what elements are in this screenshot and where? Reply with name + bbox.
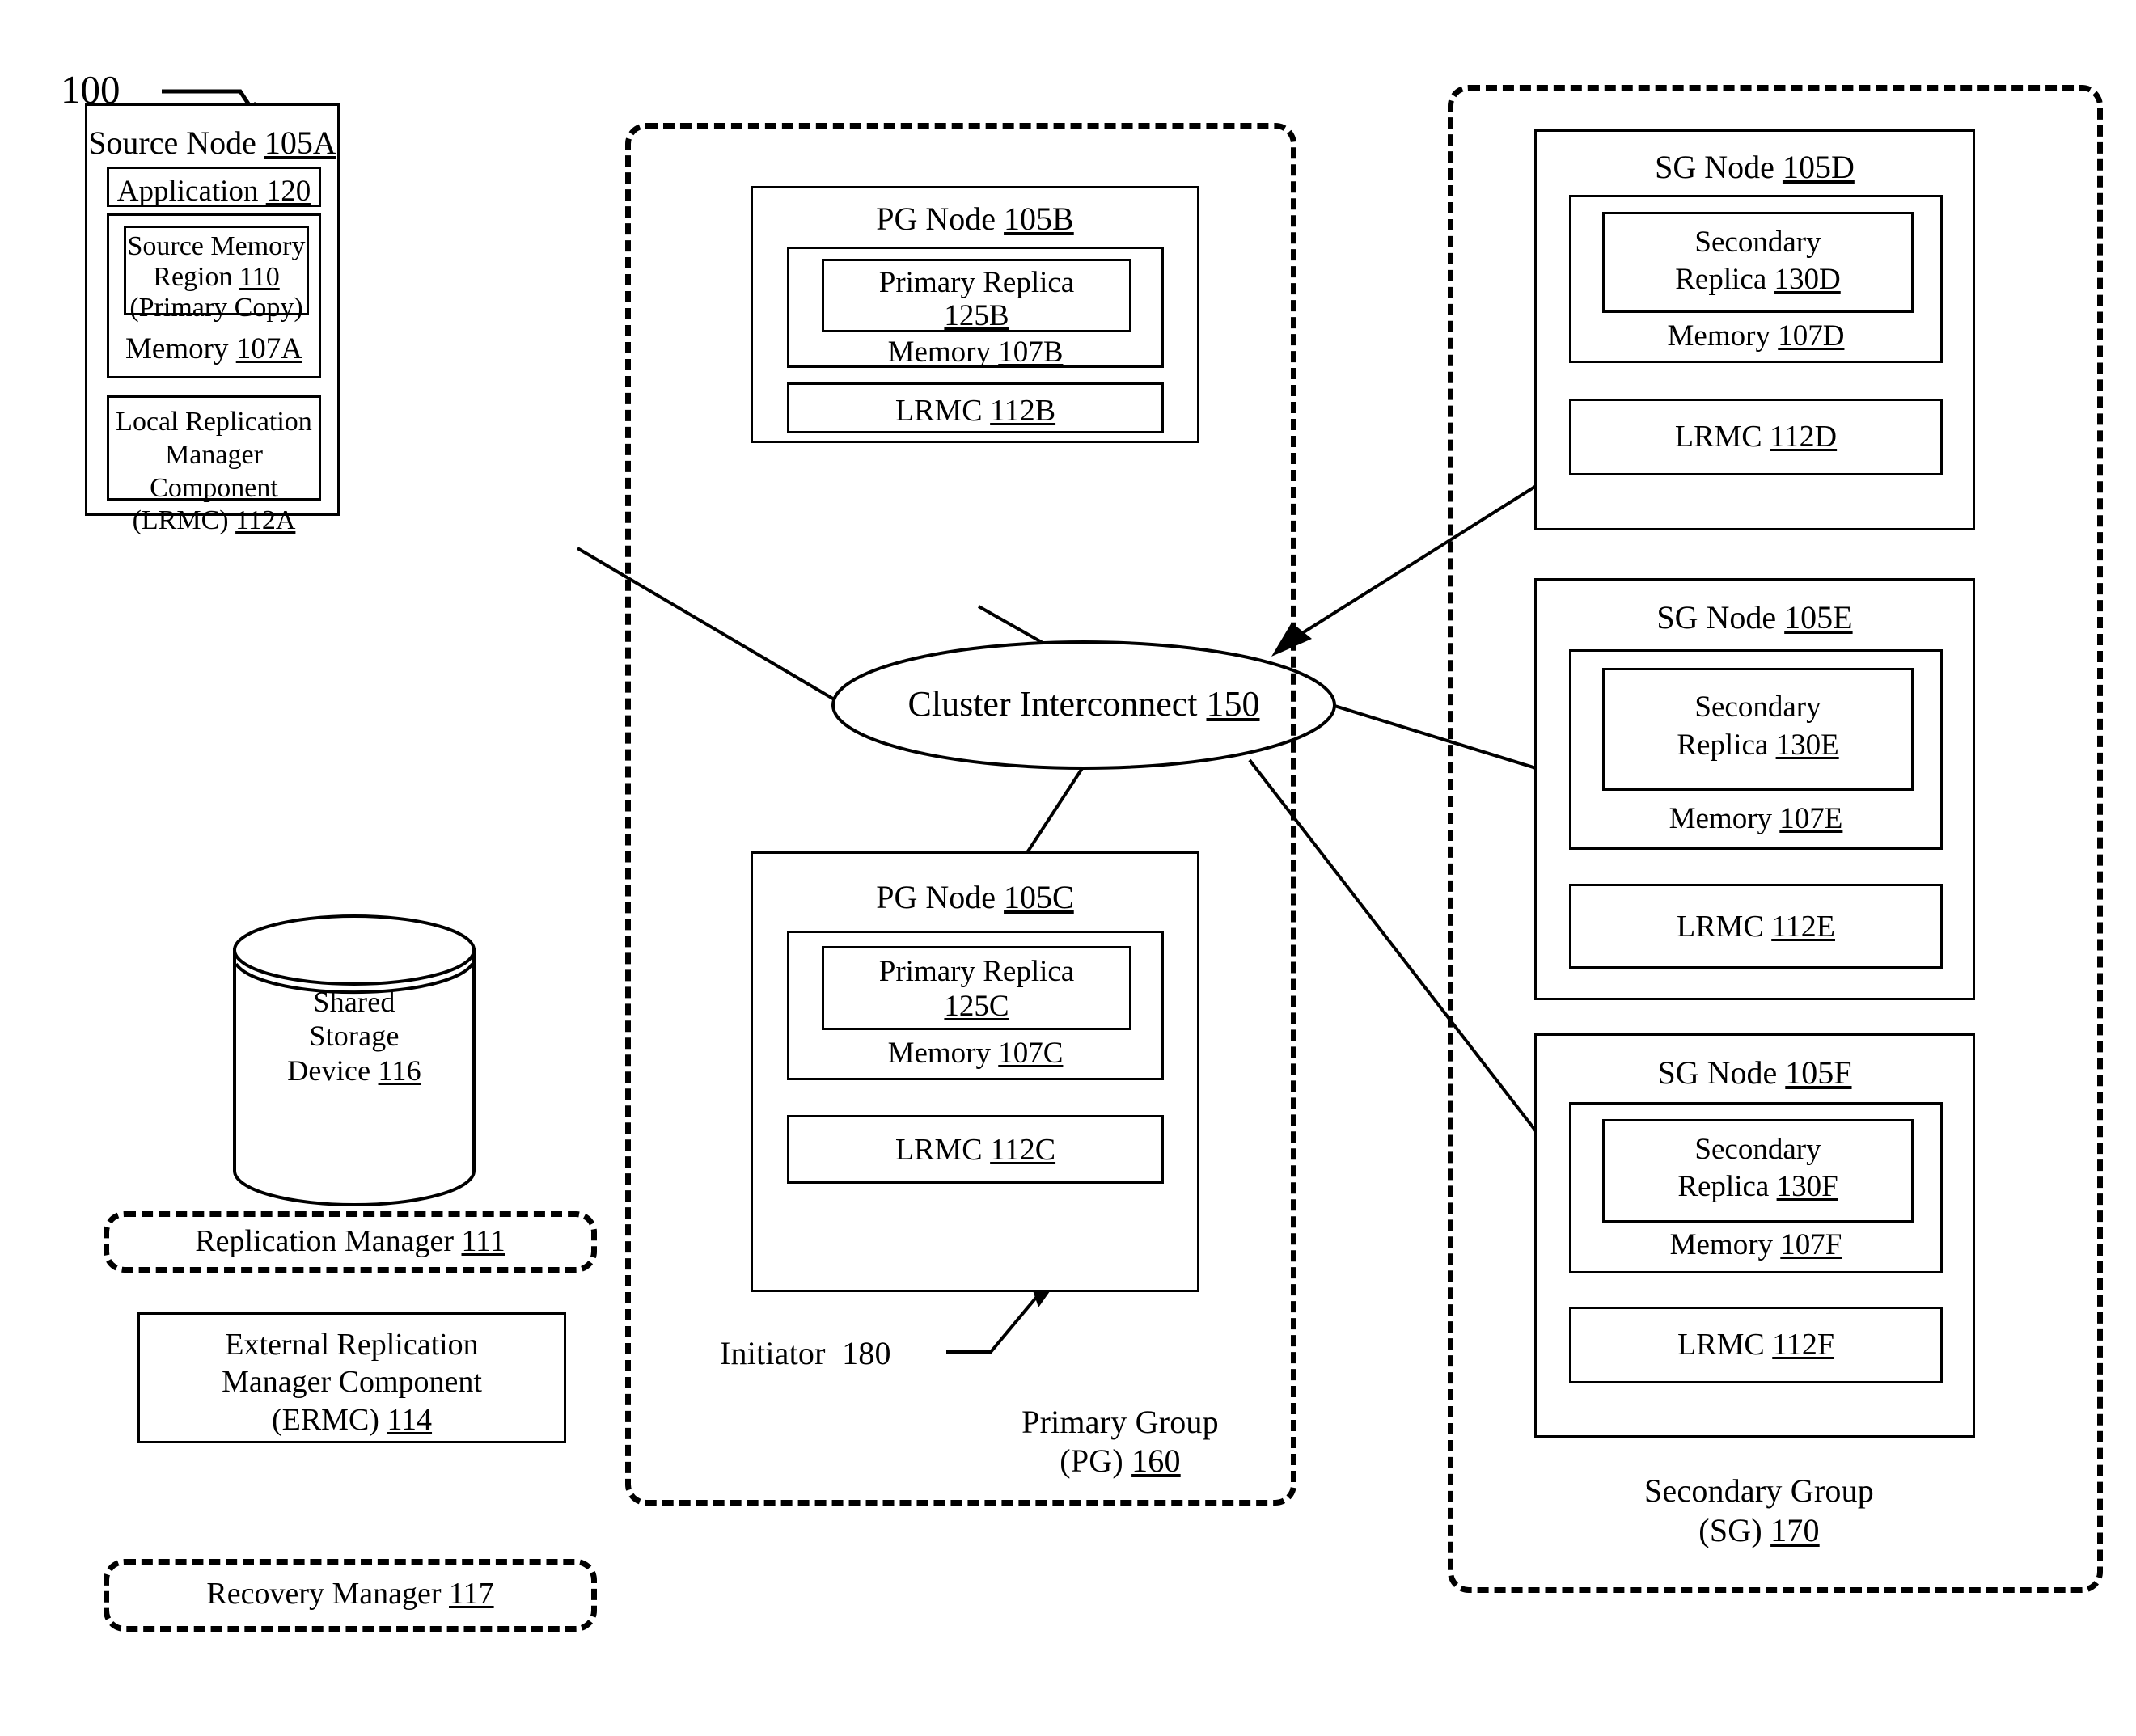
application-label: Application 120	[116, 175, 311, 208]
replication-manager-box: Replication Manager 111	[104, 1211, 597, 1273]
sg-node-105e-memory-box: Secondary Replica 130E Memory 107E	[1569, 649, 1943, 850]
sg-node-105e-secondary-replica-box: Secondary Replica 130E	[1602, 668, 1914, 791]
sg-node-105d-secondary-replica-label: Secondary Replica 130D	[1675, 226, 1841, 297]
pg-node-105c-title: PG Node 105C	[876, 879, 1074, 915]
sg-node-105f-secondary-replica-box: Secondary Replica 130F	[1602, 1119, 1914, 1223]
source-memory-region-label: Source Memory Region 110 (Primary Copy)	[127, 231, 306, 323]
pg-node-105b-lrmc-box: LRMC 112B	[787, 382, 1164, 433]
sg-node-105e-memory-label: Memory 107E	[1669, 802, 1843, 835]
sg-node-105f-title: SG Node 105F	[1657, 1054, 1852, 1091]
sg-node-105f-secondary-replica-label: Secondary Replica 130F	[1677, 1133, 1838, 1204]
sg-node-105d-box: SG Node 105D Secondary Replica 130D Memor…	[1534, 129, 1975, 530]
source-memory-region-box: Source Memory Region 110 (Primary Copy)	[124, 226, 309, 323]
pg-node-105c-primary-replica-label: Primary Replica 125C	[878, 955, 1075, 1023]
pg-node-105b-primary-replica-label: Primary Replica 125B	[878, 266, 1075, 333]
pg-node-105c-lrmc-label: LRMC 112C	[895, 1133, 1056, 1167]
ermc-box: External Replication Manager Component (ER…	[137, 1312, 566, 1443]
pg-node-105c-box: PG Node 105C Primary Replica 125C Memory …	[751, 851, 1199, 1292]
application-box: Application 120	[107, 167, 321, 208]
pg-node-105b-memory-box: Primary Replica 125B Memory 107B	[787, 247, 1164, 369]
sg-node-105d-memory-box: Secondary Replica 130D Memory 107D	[1569, 195, 1943, 363]
source-node-box: Source Node 105A Application 120 Source …	[85, 103, 340, 535]
sg-node-105e-title: SG Node 105E	[1656, 599, 1853, 636]
pg-node-105b-title: PG Node 105B	[876, 201, 1074, 237]
pg-node-105b-box: PG Node 105B Primary Replica 125B Memory …	[751, 186, 1199, 443]
sg-node-105e-lrmc-label: LRMC 112E	[1676, 910, 1835, 944]
recovery-manager-label: Recovery Manager 117	[206, 1577, 494, 1611]
pg-node-105c-memory-label: Memory 107C	[887, 1037, 1064, 1070]
lrmc-112a-box: Local Replication Manager Component (LRMC)…	[107, 395, 321, 535]
sg-node-105f-lrmc-box: LRMC 112F	[1569, 1307, 1943, 1383]
shared-storage-label: Shared Storage Device 116	[287, 986, 421, 1087]
primary-group-label: Primary Group (PG) 160	[1021, 1404, 1219, 1479]
sg-node-105f-memory-box: Secondary Replica 130F Memory 107F	[1569, 1102, 1943, 1273]
pg-node-105c-lrmc-box: LRMC 112C	[787, 1115, 1164, 1184]
patent-figure: 100 Source Node 105A Application 120 Sou…	[0, 0, 2136, 1736]
pg-node-105c-memory-box: Primary Replica 125C Memory 107C	[787, 931, 1164, 1080]
sg-node-105d-lrmc-box: LRMC 112D	[1569, 399, 1943, 475]
sg-node-105e-lrmc-box: LRMC 112E	[1569, 884, 1943, 969]
pg-node-105c-primary-replica-box: Primary Replica 125C	[822, 946, 1131, 1030]
sg-node-105d-memory-label: Memory 107D	[1667, 319, 1845, 353]
sg-node-105e-box: SG Node 105E Secondary Replica 130E Memor…	[1534, 578, 1975, 1000]
sg-node-105f-memory-label: Memory 107F	[1669, 1228, 1842, 1261]
sg-node-105e-secondary-replica-label: Secondary Replica 130E	[1677, 691, 1839, 762]
pg-node-105b-lrmc-label: LRMC 112B	[895, 394, 1056, 428]
initiator-label: Initiator 180	[720, 1335, 891, 1371]
memory-107a-box: Source Memory Region 110 (Primary Copy) Me…	[107, 213, 321, 378]
cluster-interconnect-label: Cluster Interconnect 150	[907, 684, 1260, 724]
recovery-manager-box: Recovery Manager 117	[104, 1559, 597, 1632]
memory-107a-label: Memory 107A	[125, 332, 302, 365]
sg-node-105f-box: SG Node 105F Secondary Replica 130F Memor…	[1534, 1033, 1975, 1438]
secondary-group-label: Secondary Group (SG) 170	[1643, 1472, 1875, 1548]
pg-node-105b-primary-replica-box: Primary Replica 125B	[822, 259, 1131, 332]
lrmc-112a-label: Local Replication Manager Component (LRMC)…	[116, 407, 312, 536]
sg-node-105d-secondary-replica-box: Secondary Replica 130D	[1602, 212, 1914, 313]
sg-node-105d-title: SG Node 105D	[1655, 149, 1855, 185]
replication-manager-label: Replication Manager 111	[195, 1224, 505, 1258]
ermc-label: External Replication Manager Component (ER…	[222, 1328, 482, 1437]
source-node-title: Source Node 105A	[88, 125, 336, 161]
pg-node-105b-memory-label: Memory 107B	[887, 336, 1064, 369]
sg-node-105f-lrmc-label: LRMC 112F	[1677, 1328, 1834, 1362]
sg-node-105d-lrmc-label: LRMC 112D	[1674, 420, 1838, 454]
